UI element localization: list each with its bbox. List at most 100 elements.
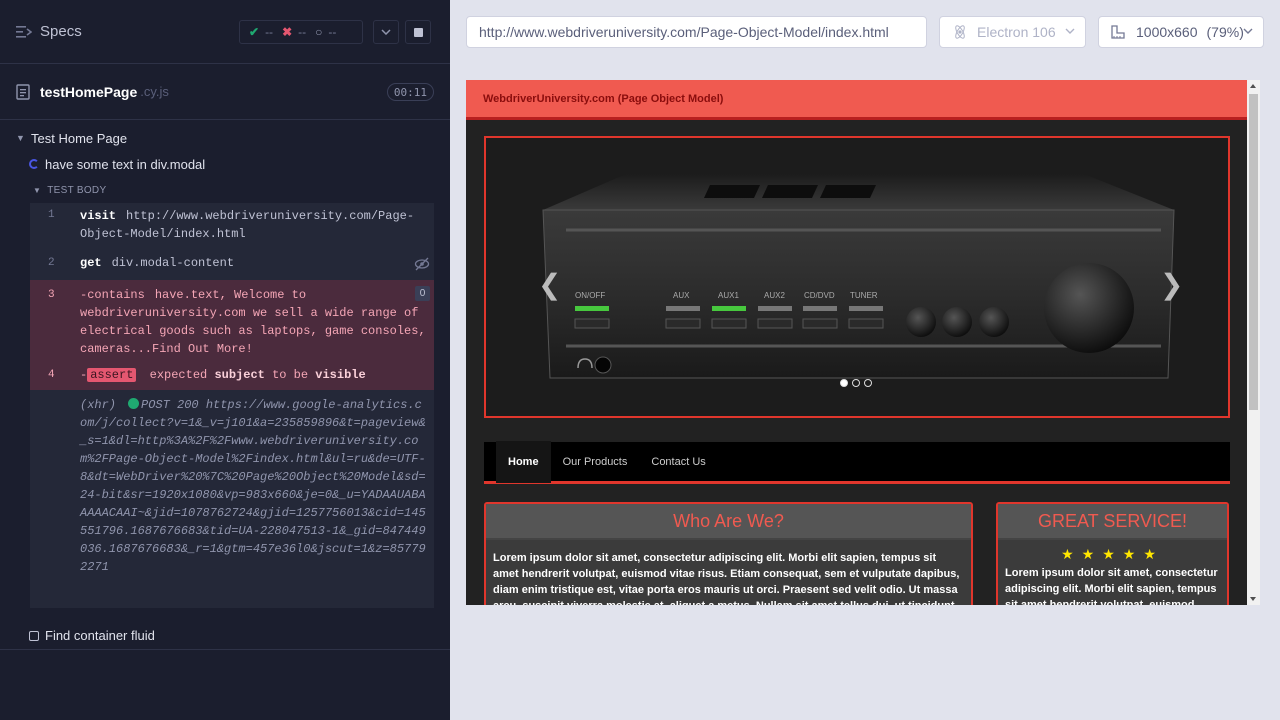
aut-scrollbar[interactable]: [1247, 80, 1260, 605]
carousel-prev-arrow[interactable]: ❮: [538, 268, 561, 301]
suite: ▼ Test Home Page have some text in div.m…: [0, 120, 450, 202]
viewport-selector[interactable]: 1000x660 (79%): [1098, 16, 1264, 48]
element-count-badge: 0: [415, 286, 430, 301]
browser-selector[interactable]: Electron 106: [939, 16, 1086, 48]
chevron-down-icon: [1243, 28, 1253, 34]
suite-title-label: Test Home Page: [31, 130, 128, 146]
failed-count: --: [298, 25, 307, 39]
who-are-we-panel: Who Are We? Lorem ipsum dolor sit amet, …: [484, 502, 973, 605]
command-name: get: [80, 256, 102, 270]
command-number: 1: [48, 209, 55, 221]
command-row[interactable]: 1 visit http://www.webdriveruniversity.co…: [30, 203, 434, 248]
check-icon: ✔: [249, 25, 260, 39]
nav-home[interactable]: Home: [496, 440, 551, 483]
pending-count: --: [328, 25, 337, 39]
assert-word: subject: [214, 368, 265, 382]
command-row[interactable]: 2 get div.modal-content: [30, 248, 434, 280]
url-text: http://www.webdriveruniversity.com/Page-…: [479, 24, 889, 40]
file-icon: [16, 83, 30, 100]
test-body-header[interactable]: ▼ TEST BODY: [0, 178, 450, 202]
assert-tag: assert: [87, 368, 137, 382]
viewport-zoom: (79%): [1206, 24, 1244, 40]
site-navbar: Home Our Products Contact Us: [484, 440, 1230, 484]
command-name: -contains: [80, 288, 145, 302]
scroll-down-arrow-icon[interactable]: [1250, 597, 1256, 601]
carousel-dot[interactable]: [840, 379, 848, 387]
panel-title: Who Are We?: [486, 504, 971, 540]
amp-label: AUX2: [764, 291, 785, 300]
carousel-indicators: [840, 379, 872, 387]
assert-word: visible: [315, 368, 366, 382]
chevron-down-icon: [1065, 28, 1075, 34]
rating-stars: ★★★★★: [1061, 546, 1164, 562]
pending-stat: ○ --: [315, 25, 336, 39]
carousel-dot[interactable]: [864, 379, 872, 387]
stop-icon: [413, 27, 423, 37]
scroll-up-arrow-icon[interactable]: [1250, 84, 1256, 88]
amp-label: ON/OFF: [575, 291, 605, 300]
great-service-panel: GREAT SERVICE! ★★★★★ Lorem ipsum dolor s…: [996, 502, 1229, 605]
command-message: http://www.webdriveruniversity.com/Page-…: [80, 209, 415, 241]
caret-down-icon: ▼: [33, 185, 42, 195]
assert-word: expected: [149, 368, 208, 382]
panel-text: Lorem ipsum dolor sit amet, consectetur …: [1005, 567, 1218, 605]
test-stats: ✔ -- ✖ -- ○ --: [239, 20, 363, 44]
eye-slash-icon: [414, 257, 430, 271]
spec-file-ext: .cy.js: [140, 84, 169, 99]
failed-stat: ✖ --: [282, 25, 306, 39]
xhr-log[interactable]: (xhr) POST 200 https://www.google-analyti…: [30, 390, 434, 576]
viewport-ruler-icon: [1111, 25, 1125, 39]
site-banner: WebdriverUniversity.com (Page Object Mod…: [466, 80, 1260, 120]
xhr-text: POST 200 https://www.google-analytics.co…: [80, 398, 426, 574]
test-item-running[interactable]: have some text in div.modal: [0, 150, 450, 178]
url-bar[interactable]: http://www.webdriveruniversity.com/Page-…: [466, 16, 927, 48]
test-title: have some text in div.modal: [45, 156, 206, 172]
amp-label: CD/DVD: [804, 291, 835, 300]
viewport-size: 1000x660: [1136, 24, 1198, 40]
test-item[interactable]: Find container fluid: [0, 622, 450, 650]
spec-header: testHomePage .cy.js 00:11: [0, 64, 450, 120]
specs-title[interactable]: Specs: [40, 23, 82, 40]
passed-count: --: [265, 25, 274, 39]
command-message: div.modal-content: [111, 256, 235, 270]
app-under-test-frame[interactable]: WebdriverUniversity.com (Page Object Mod…: [466, 80, 1260, 605]
nav-contact-us[interactable]: Contact Us: [639, 441, 717, 483]
panel-title: GREAT SERVICE!: [998, 504, 1227, 540]
carousel-dot[interactable]: [852, 379, 860, 387]
command-row-failed[interactable]: 3 -contains have.text, Welcome to webdriv…: [30, 280, 434, 362]
specs-list-icon[interactable]: [16, 25, 32, 39]
electron-icon: [955, 25, 965, 39]
browser-label: Electron 106: [977, 24, 1056, 40]
carousel: ON/OFF AUX AUX1 AUX2 CD/DVD TUNER ❮ ❯: [484, 136, 1230, 418]
pending-checkbox-icon: [29, 630, 39, 641]
nav-our-products[interactable]: Our Products: [551, 441, 640, 483]
x-icon: ✖: [282, 25, 293, 39]
amplifier-image: ON/OFF AUX AUX1 AUX2 CD/DVD TUNER: [542, 174, 1175, 379]
command-number: 3: [48, 289, 55, 301]
spec-duration: 00:11: [386, 83, 434, 101]
xhr-label: (xhr): [80, 398, 117, 412]
stop-button[interactable]: [405, 20, 431, 44]
passed-stat: ✔ --: [249, 25, 273, 39]
amp-label: AUX: [673, 291, 690, 300]
test-title: Find container fluid: [45, 628, 155, 643]
carousel-next-arrow[interactable]: ❯: [1160, 268, 1183, 301]
command-row-failed[interactable]: 4 - assert expected subject to be visible: [30, 362, 434, 390]
amp-label: AUX1: [718, 291, 739, 300]
reporter-panel: Specs ✔ -- ✖ -- ○ -- testHomePage .cy.js…: [0, 0, 450, 720]
pending-circle-icon: ○: [315, 25, 323, 39]
test-body-label: TEST BODY: [47, 184, 107, 196]
command-name: visit: [80, 209, 117, 223]
suite-title[interactable]: ▼ Test Home Page: [0, 126, 450, 150]
site-title[interactable]: WebdriverUniversity.com (Page Object Mod…: [483, 93, 723, 105]
amp-label: TUNER: [850, 291, 878, 300]
command-log: 1 visit http://www.webdriveruniversity.co…: [30, 203, 434, 608]
command-number: 2: [48, 257, 55, 269]
collapse-button[interactable]: [373, 20, 399, 44]
assert-word: to be: [272, 368, 309, 382]
caret-down-icon: ▼: [16, 133, 25, 143]
chevron-down-icon: [381, 29, 391, 35]
scroll-thumb[interactable]: [1249, 94, 1258, 410]
panel-text: Lorem ipsum dolor sit amet, consectetur …: [493, 552, 960, 605]
spec-file-name[interactable]: testHomePage: [40, 84, 137, 100]
